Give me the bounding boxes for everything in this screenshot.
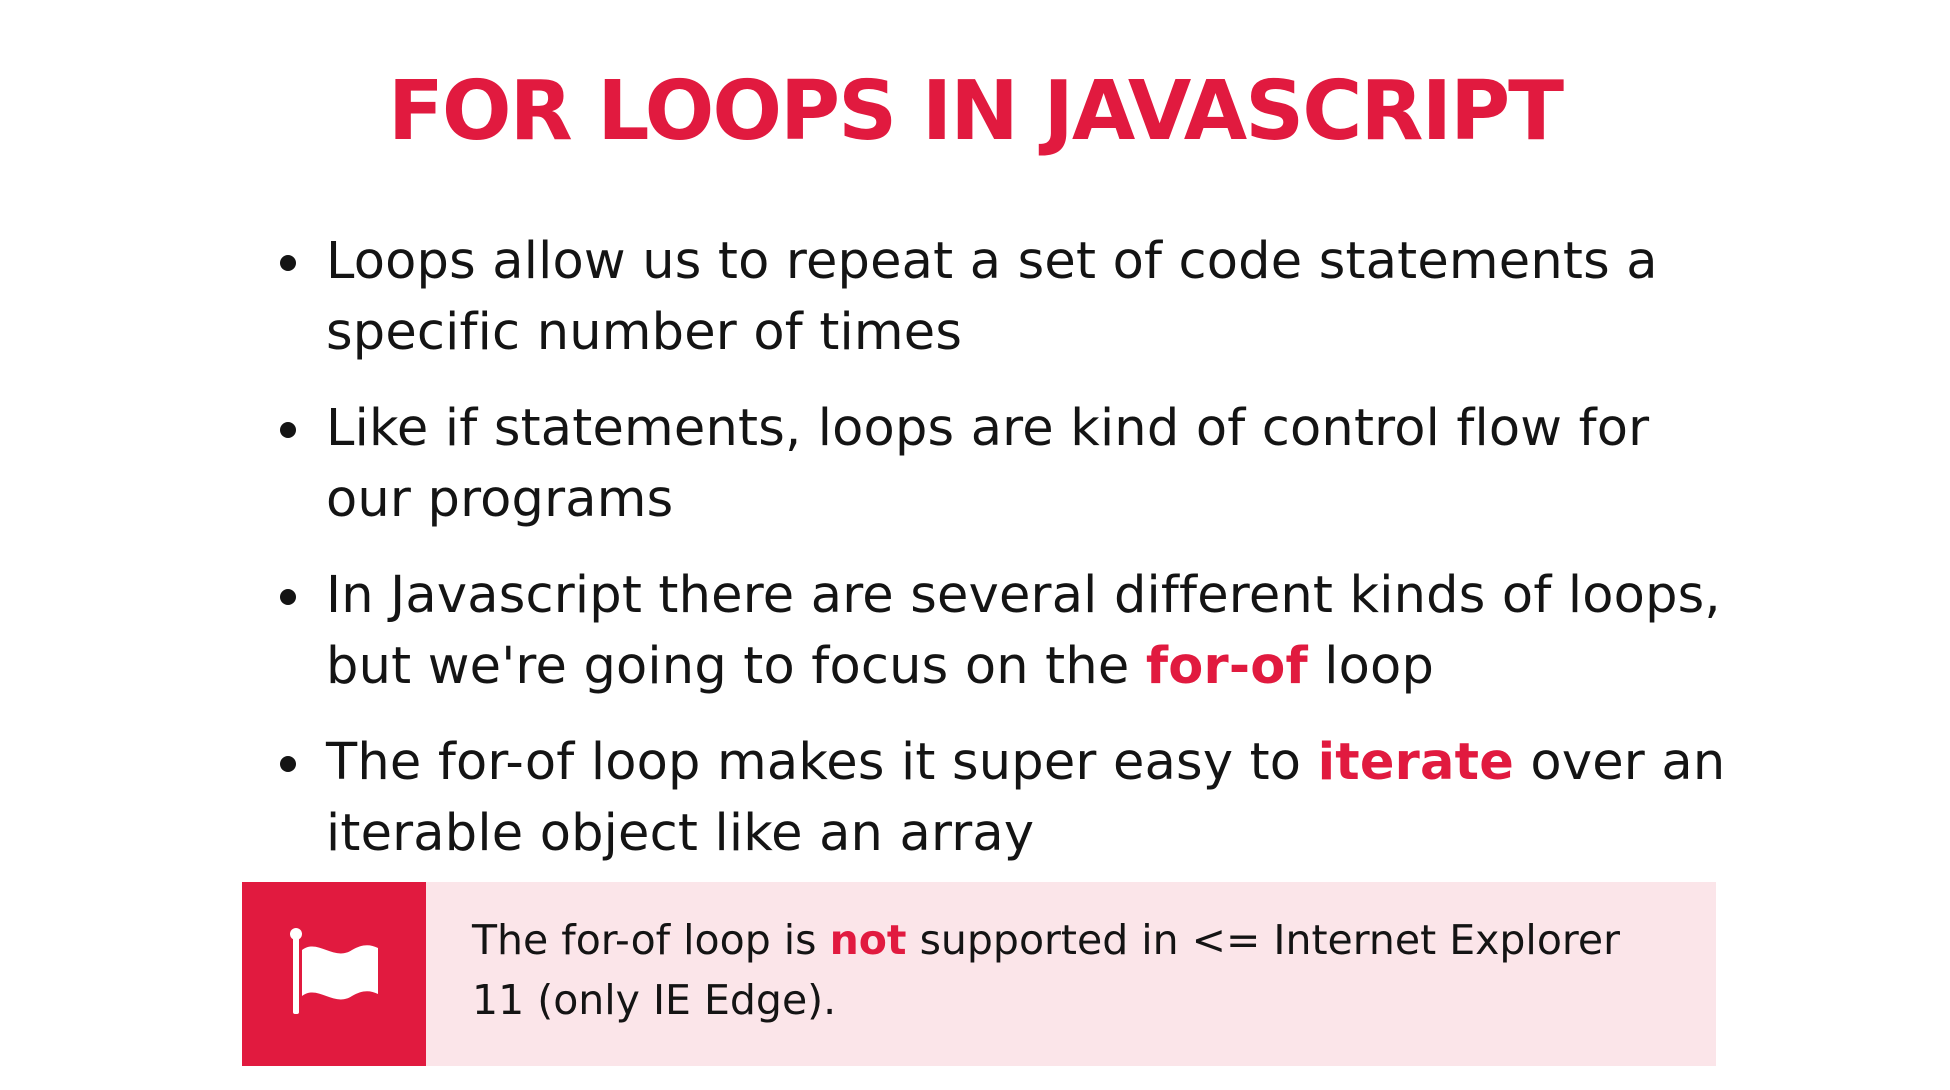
note-text-start: The for-of loop is	[472, 916, 830, 964]
highlight-not: not	[829, 916, 907, 964]
note-text: The for-of loop is not supported in <= I…	[472, 910, 1682, 1030]
highlight-iterate: iterate	[1317, 733, 1515, 792]
bullet-text-end: loop	[1307, 637, 1435, 696]
bullet-list: Loops allow us to repeat a set of code s…	[270, 226, 1730, 894]
bullet-text: In Javascript there are several differen…	[326, 566, 1721, 696]
bullet-item: In Javascript there are several differen…	[270, 560, 1730, 702]
bullet-item: Loops allow us to repeat a set of code s…	[270, 226, 1730, 368]
bullet-text: Loops allow us to repeat a set of code s…	[326, 232, 1658, 362]
bullet-item: Like if statements, loops are kind of co…	[270, 393, 1730, 535]
bullet-text: Like if statements, loops are kind of co…	[326, 399, 1650, 529]
bullet-item: The for-of loop makes it super easy to i…	[270, 727, 1730, 869]
highlight-for-of: for-of	[1145, 637, 1308, 696]
flag-icon	[290, 928, 378, 1014]
bullet-text: The for-of loop makes it super easy to	[326, 733, 1318, 792]
slide-title: FOR LOOPS IN JAVASCRIPT	[387, 64, 1564, 159]
note-callout: The for-of loop is not supported in <= I…	[242, 882, 1716, 1066]
note-icon-box	[242, 882, 426, 1066]
